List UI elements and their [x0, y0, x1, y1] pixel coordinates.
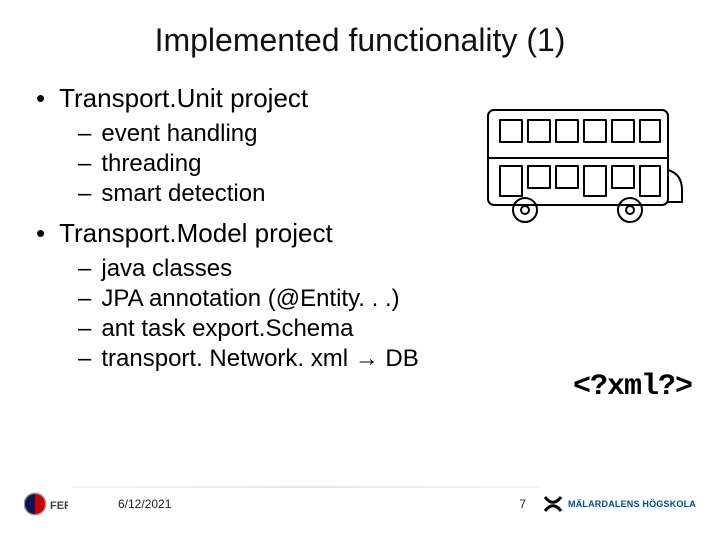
- list-item: transport. Network. xml → DB: [78, 345, 690, 373]
- xml-text: <?xml?>: [573, 370, 692, 404]
- section-1-heading: Transport.Unit project: [59, 83, 308, 114]
- xml-snippet-icon: <?xml?>: [573, 370, 692, 404]
- item-text: smart detection: [101, 180, 265, 208]
- list-item: ant task export.Schema: [78, 315, 690, 343]
- footer-right: 7 MÄLARDALENS HÖGSKOLA: [519, 494, 696, 514]
- slide-title: Implemented functionality (1): [30, 22, 690, 59]
- item-text: transport. Network. xml → DB: [101, 345, 418, 373]
- list-item: java classes: [78, 255, 690, 283]
- item-text: ant task export.Schema: [101, 315, 353, 343]
- footer-date: 6/12/2021: [118, 497, 171, 511]
- fer-logo-icon: FER: [24, 490, 68, 518]
- item-text: JPA annotation (@Entity. . .): [101, 285, 399, 313]
- item-text: java classes: [101, 255, 232, 283]
- footer: FER 6/12/2021 7 MÄLARDALENS HÖGSKOLA: [0, 480, 720, 528]
- svg-text:FER: FER: [50, 500, 68, 512]
- item-text: event handling: [101, 120, 257, 148]
- section-2-items: java classes JPA annotation (@Entity. . …: [36, 255, 690, 373]
- page-number: 7: [519, 497, 526, 511]
- mdh-logo-icon: MÄLARDALENS HÖGSKOLA: [542, 494, 696, 514]
- item-text: threading: [101, 150, 201, 178]
- mdh-logo-text: MÄLARDALENS HÖGSKOLA: [568, 499, 696, 509]
- list-item: JPA annotation (@Entity. . .): [78, 285, 690, 313]
- footer-left: FER 6/12/2021: [24, 490, 171, 518]
- slide: Implemented functionality (1) Transport.…: [0, 0, 720, 540]
- section-2-heading: Transport.Model project: [59, 218, 333, 249]
- bus-icon: [480, 100, 690, 230]
